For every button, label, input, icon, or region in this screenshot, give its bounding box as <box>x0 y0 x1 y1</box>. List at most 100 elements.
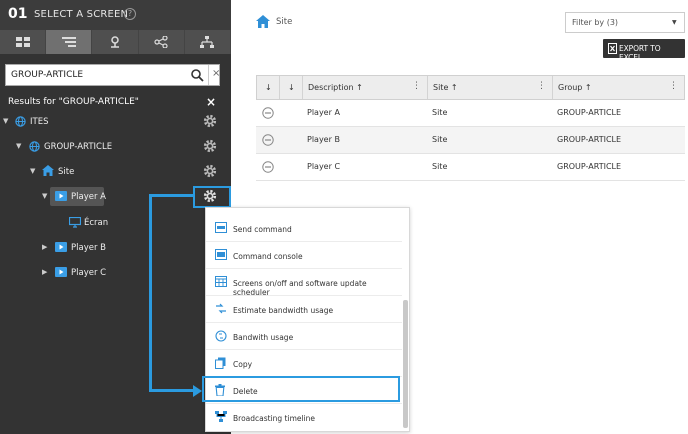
tree-node-group-article[interactable]: ▼ GROUP-ARTICLE <box>0 134 231 159</box>
search-field[interactable]: GROUP-ARTICLE × <box>5 64 220 86</box>
menu-item-label: Send command <box>233 225 292 234</box>
tab-list[interactable] <box>46 30 93 54</box>
callout-arrow <box>193 385 202 397</box>
table-row[interactable]: Player C Site GROUP-ARTICLE <box>256 154 685 181</box>
tree-node-label: Écran <box>84 218 109 228</box>
search-divider <box>208 65 209 85</box>
expand-icon[interactable]: ▼ <box>42 192 47 200</box>
bandwidth-estimate-icon <box>216 303 226 314</box>
timeline-icon <box>215 411 227 422</box>
filter-list-icon <box>61 36 76 47</box>
players-table: ↓ ↓ Description ↑ ⋮ Site ↑ ⋮ Group ↑ ⋮ Play… <box>256 75 685 181</box>
menu-item-send-command[interactable]: Send command <box>206 216 402 242</box>
column-header-group[interactable]: Group ↑ ⋮ <box>552 76 684 99</box>
column-header-sort-2[interactable]: ↓ <box>279 76 302 99</box>
menu-item-label: Broadcasting timeline <box>233 414 316 423</box>
close-results-icon[interactable]: × <box>206 95 216 109</box>
remove-icon[interactable] <box>262 161 274 173</box>
tab-hierarchy[interactable] <box>185 30 232 54</box>
grid-icon <box>15 36 30 47</box>
cell-description: Player A <box>307 108 340 117</box>
column-header-site[interactable]: Site ↑ ⋮ <box>427 76 552 99</box>
search-input[interactable]: GROUP-ARTICLE <box>11 70 83 80</box>
panel-header: 01 SELECT A SCREEN ? <box>0 0 231 30</box>
step-number: 01 <box>8 6 28 22</box>
menu-scrollbar[interactable] <box>403 300 408 428</box>
screen-selector-panel: 01 SELECT A SCREEN ? GROUP-ARTICLE × Res… <box>0 0 232 434</box>
results-label: Results for "GROUP-ARTICLE" <box>8 97 139 107</box>
menu-item-copy[interactable]: Copy <box>206 351 402 377</box>
callout-line <box>149 194 194 197</box>
column-menu-icon[interactable]: ⋮ <box>537 81 546 91</box>
callout-line <box>149 196 152 391</box>
expand-icon[interactable]: ▼ <box>3 117 8 125</box>
copy-icon <box>215 357 226 369</box>
table-row[interactable]: Player A Site GROUP-ARTICLE <box>256 100 685 127</box>
menu-item-label: Bandwith usage <box>233 333 294 342</box>
table-header: ↓ ↓ Description ↑ ⋮ Site ↑ ⋮ Group ↑ ⋮ <box>256 75 685 100</box>
tab-map[interactable] <box>92 30 139 54</box>
tree-node-label: Player A <box>71 192 106 202</box>
clear-search-icon[interactable]: × <box>212 68 220 79</box>
panel-title: SELECT A SCREEN <box>34 9 129 20</box>
menu-item-estimate-bandwidth[interactable]: Estimate bandwidth usage <box>206 297 402 323</box>
column-header-sort-1[interactable]: ↓ <box>257 76 279 99</box>
home-icon <box>256 15 270 28</box>
view-tabs <box>0 30 232 54</box>
remove-icon[interactable] <box>262 134 274 146</box>
expand-icon[interactable]: ▼ <box>30 167 35 175</box>
tree-node-ites[interactable]: ▼ ITES <box>0 109 231 134</box>
column-menu-icon[interactable]: ⋮ <box>412 81 421 91</box>
tab-grid[interactable] <box>0 30 47 54</box>
tree-node-player-c[interactable]: ▶ Player C <box>0 260 231 285</box>
column-menu-icon[interactable]: ⋮ <box>669 81 678 91</box>
menu-item-bandwidth-usage[interactable]: Bandwith usage <box>206 324 402 350</box>
filter-dropdown[interactable]: Filter by (3) ▼ <box>565 12 685 33</box>
cell-site: Site <box>432 162 448 171</box>
cell-site: Site <box>432 135 448 144</box>
tree-node-ecran[interactable]: Écran <box>0 210 231 235</box>
player-icon <box>55 191 67 201</box>
expand-icon[interactable]: ▶ <box>42 243 47 251</box>
bandwidth-icon <box>215 330 227 342</box>
tree-node-site[interactable]: ▼ Site <box>0 159 231 184</box>
remove-icon[interactable] <box>262 107 274 119</box>
expand-icon[interactable]: ▼ <box>16 142 21 150</box>
table-row[interactable]: Player B Site GROUP-ARTICLE <box>256 127 685 154</box>
player-icon <box>55 242 67 252</box>
menu-item-label: Screens on/off and software update sched… <box>233 279 367 297</box>
column-label: ↓ <box>265 83 272 92</box>
hierarchy-icon <box>200 36 215 48</box>
help-icon[interactable]: ? <box>124 8 136 20</box>
gear-icon[interactable] <box>203 164 217 178</box>
column-header-description[interactable]: Description ↑ ⋮ <box>302 76 427 99</box>
console-icon <box>215 249 227 260</box>
cell-description: Player C <box>307 162 341 171</box>
share-network-icon <box>154 36 168 48</box>
column-label: Group ↑ <box>558 83 592 92</box>
menu-item-label: Command console <box>233 252 303 261</box>
gear-icon[interactable] <box>203 114 217 128</box>
chevron-down-icon: ▼ <box>672 19 677 26</box>
tab-share[interactable] <box>139 30 185 54</box>
menu-item-broadcasting-timeline[interactable]: Broadcasting timeline <box>206 405 402 431</box>
cell-group: GROUP-ARTICLE <box>557 108 622 117</box>
calendar-icon <box>215 276 227 287</box>
tree-node-label: GROUP-ARTICLE <box>44 142 113 152</box>
menu-item-scheduler[interactable]: Screens on/off and software update sched… <box>206 270 402 297</box>
menu-item-command-console[interactable]: Command console <box>206 243 402 269</box>
gear-highlight-box <box>193 186 231 208</box>
tree-node-label: Player B <box>71 243 106 253</box>
menu-item-label: Copy <box>233 360 253 369</box>
gear-icon[interactable] <box>203 139 217 153</box>
search-icon[interactable] <box>190 68 204 82</box>
export-to-excel-button[interactable]: EXPORT TO EXCEL <box>603 39 685 62</box>
tree-node-label: Site <box>58 167 75 177</box>
home-icon <box>42 165 54 176</box>
tree-node-player-b[interactable]: ▶ Player B <box>0 235 231 260</box>
menu-item-label: Estimate bandwidth usage <box>233 306 334 315</box>
column-label: Site ↑ <box>433 83 458 92</box>
breadcrumb[interactable]: Site <box>276 17 292 27</box>
expand-icon[interactable]: ▶ <box>42 268 47 276</box>
tree-node-label: ITES <box>30 117 49 127</box>
